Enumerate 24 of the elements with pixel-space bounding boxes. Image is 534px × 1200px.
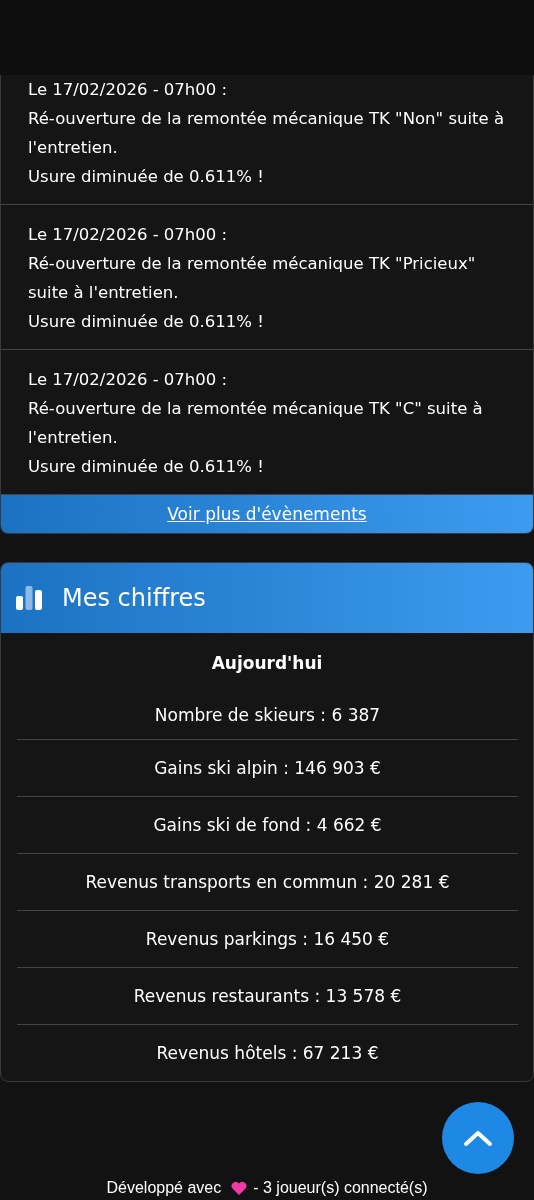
event-wear: Usure diminuée de 0.611% ! [28,456,265,478]
event-text: Ré-ouverture de la remontée mécanique TK "Pricieux" suite à l'entretien. [28,253,477,304]
event-text: Ré-ouverture de la remontée mécanique TK "C" suite à l'entretien. [28,398,484,449]
stat-row-text: Revenus hôtels : 67 213 € [155,1042,380,1065]
chevron-up-icon [463,1129,493,1147]
event-date: Le 17/02/2026 - 07h00 : [28,79,229,101]
heart-icon [231,1181,248,1195]
stat-row: Revenus parkings : 16 450 € [17,911,518,968]
footer-text: Développé avec [106,1179,222,1197]
stat-row: Gains ski alpin : 146 903 € [17,740,518,797]
stat-row: Nombre de skieurs : 6 387 [17,691,518,740]
event-text: Ré-ouverture de la remontée mécanique TK "Non" suite à l'entretien. [28,108,505,159]
event-date: Le 17/02/2026 - 07h00 : [28,224,229,246]
stat-row: Revenus restaurants : 13 578 € [17,968,518,1025]
period-label: Aujourd'hui [210,652,324,675]
stat-row: Gains ski de fond : 4 662 € [17,797,518,854]
stats-title: Mes chiffres [62,584,206,612]
footer-text: - 3 joueur(s) connecté(s) [253,1179,428,1197]
more-events-link[interactable]: Voir plus d'évènements [167,504,367,524]
event-wear: Usure diminuée de 0.611% ! [28,311,265,333]
stat-row: Revenus transports en commun : 20 281 € [17,854,518,911]
bar-chart-icon [16,586,42,610]
event-wear: Usure diminuée de 0.611% ! [28,166,265,188]
event-date: Le 17/02/2026 - 07h00 : [28,369,229,391]
